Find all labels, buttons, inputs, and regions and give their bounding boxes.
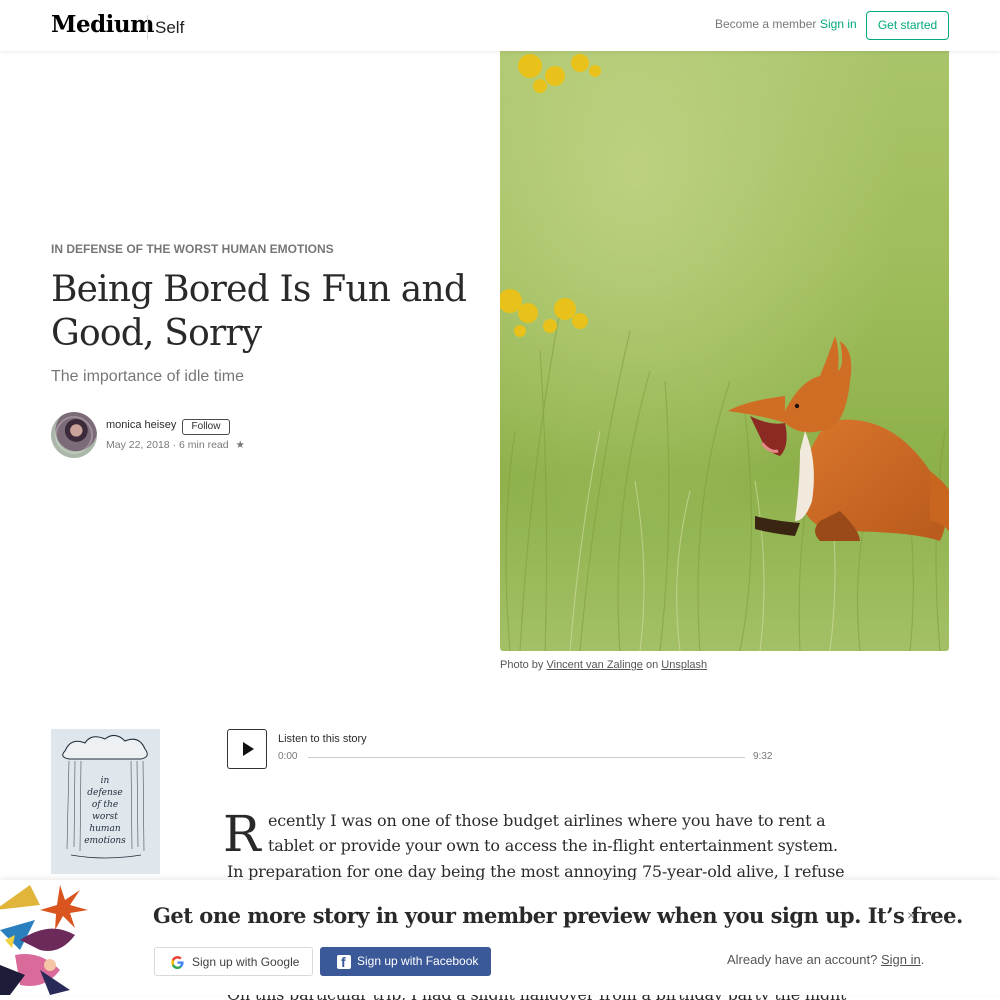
top-navigation-bar: Medium Self Become a member Sign in Get … [0,0,1000,51]
google-signup-label: Sign up with Google [192,955,300,969]
svg-text:emotions: emotions [84,836,126,846]
svg-text:human: human [89,824,120,834]
series-kicker[interactable]: IN DEFENSE OF THE WORST HUMAN EMOTIONS [51,242,334,256]
banner-illustration [0,880,100,995]
follow-button[interactable]: Follow [182,419,230,435]
photo-caption: Photo by Vincent van Zalinge on Unsplash [500,659,707,671]
google-signup-button[interactable]: Sign up with Google [154,947,313,976]
svg-text:defense: defense [87,788,123,798]
publication-name[interactable]: Self [155,18,184,38]
caption-on: on [645,659,659,671]
get-started-button[interactable]: Get started [866,11,949,40]
google-icon [171,956,184,969]
sign-in-link[interactable]: Sign in [820,17,857,31]
banner-title: Get one more story in your member previe… [153,903,963,928]
series-cover-image[interactable]: in defense of the worst human emotions [51,729,160,874]
svg-text:in: in [101,776,110,786]
play-icon[interactable] [227,729,267,769]
caption-prefix: Photo by [500,659,544,671]
medium-logo[interactable]: Medium [51,11,154,38]
body-line: In preparation for one day being the mos… [227,862,845,881]
unsplash-link[interactable]: Unsplash [661,659,707,671]
drop-cap: R [223,805,261,863]
article-meta: May 22, 2018 · 6 min read ★ [106,439,245,451]
photographer-link[interactable]: Vincent van Zalinge [546,659,642,671]
article-title: Being Bored Is Fun and Good, Sorry [51,269,467,354]
already-period: . [920,952,925,967]
svg-text:worst: worst [92,812,118,822]
meta-separator: · [172,439,177,451]
author-name[interactable]: monica heisey [106,419,176,431]
facebook-signup-label: Sign up with Facebook [357,954,479,968]
body-line: tablet or provide your own to access the… [268,836,838,855]
read-time: 6 min read [178,439,229,451]
overlay-sign-in-link[interactable]: Sign in [881,952,921,967]
facebook-icon [337,954,351,970]
audio-current-time: 0:00 [278,751,298,762]
close-icon[interactable]: × [907,907,915,923]
signup-banner: Get one more story in your member previe… [0,880,1000,995]
facebook-signup-button[interactable]: Sign up with Facebook [320,947,491,976]
article-subtitle: The importance of idle time [51,368,244,385]
audio-progress-track[interactable] [308,757,745,758]
already-have-account: Already have an account? Sign in. [727,952,924,967]
star-icon: ★ [235,439,245,451]
hero-photo-fox [500,51,949,651]
become-member-link[interactable]: Become a member [715,17,816,31]
svg-text:of the: of the [92,800,118,810]
author-avatar[interactable] [51,412,97,458]
already-text: Already have an account? [727,952,878,967]
logo-divider [147,15,148,39]
publish-date: May 22, 2018 [106,439,170,451]
listen-label: Listen to this story [278,733,367,745]
body-line: ecently I was on one of those budget air… [268,811,826,830]
audio-duration: 9:32 [753,751,773,762]
